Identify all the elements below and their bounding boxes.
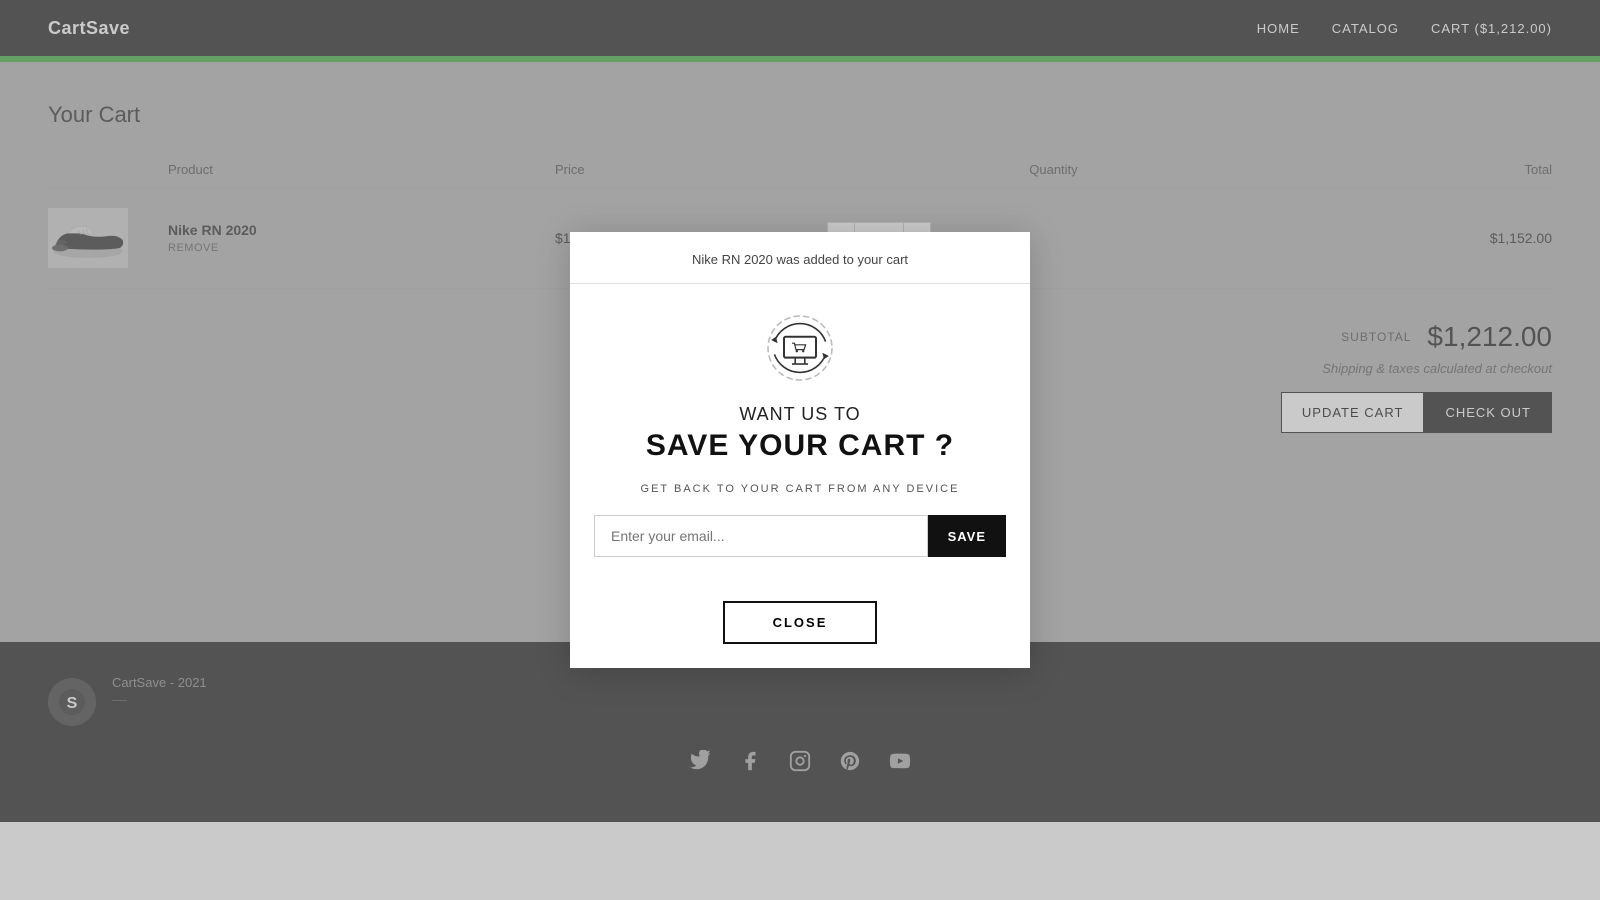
cart-save-icon — [760, 308, 840, 388]
close-button[interactable]: CLOSE — [723, 601, 878, 644]
modal-footer: CLOSE — [570, 601, 1030, 668]
modal-cart-icon — [760, 308, 840, 388]
modal-title-small: WANT US TO — [594, 404, 1006, 425]
modal-added-text: Nike RN 2020 was added to your cart — [594, 252, 1006, 267]
modal-overlay: Nike RN 2020 was added to your cart — [0, 0, 1600, 900]
modal-form: SAVE — [594, 515, 1006, 557]
save-cart-modal: Nike RN 2020 was added to your cart — [570, 232, 1030, 668]
modal-title-large: SAVE YOUR CART ? — [594, 429, 1006, 463]
save-button[interactable]: SAVE — [928, 515, 1006, 557]
modal-header: Nike RN 2020 was added to your cart — [570, 232, 1030, 284]
email-input[interactable] — [594, 515, 928, 557]
modal-subtitle: GET BACK TO YOUR CART FROM ANY DEVICE — [594, 483, 1006, 495]
modal-body: WANT US TO SAVE YOUR CART ? GET BACK TO … — [570, 284, 1030, 601]
